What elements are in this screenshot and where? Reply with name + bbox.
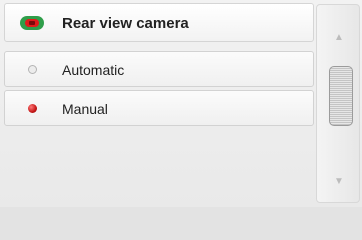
scrollbar[interactable]: ▲ ▼ — [316, 4, 360, 203]
radio-manual-icon[interactable] — [28, 104, 37, 113]
arrow-down-icon[interactable]: ▼ — [332, 177, 346, 187]
list-header-title: Rear view camera — [62, 15, 189, 32]
settings-screen: Rear view camera Automatic Manual ▲ ▼ — [0, 0, 362, 207]
scrollbar-thumb[interactable] — [329, 66, 353, 126]
arrow-up-icon[interactable]: ▲ — [332, 33, 346, 43]
option-automatic[interactable]: Automatic — [4, 51, 314, 87]
option-automatic-label: Automatic — [62, 62, 125, 78]
option-manual-label: Manual — [62, 101, 108, 117]
list-header: Rear view camera — [4, 3, 314, 42]
rear-camera-icon — [20, 16, 44, 30]
option-manual[interactable]: Manual — [4, 90, 314, 126]
settings-list: Rear view camera Automatic Manual — [4, 3, 314, 203]
radio-automatic-icon[interactable] — [28, 65, 37, 74]
